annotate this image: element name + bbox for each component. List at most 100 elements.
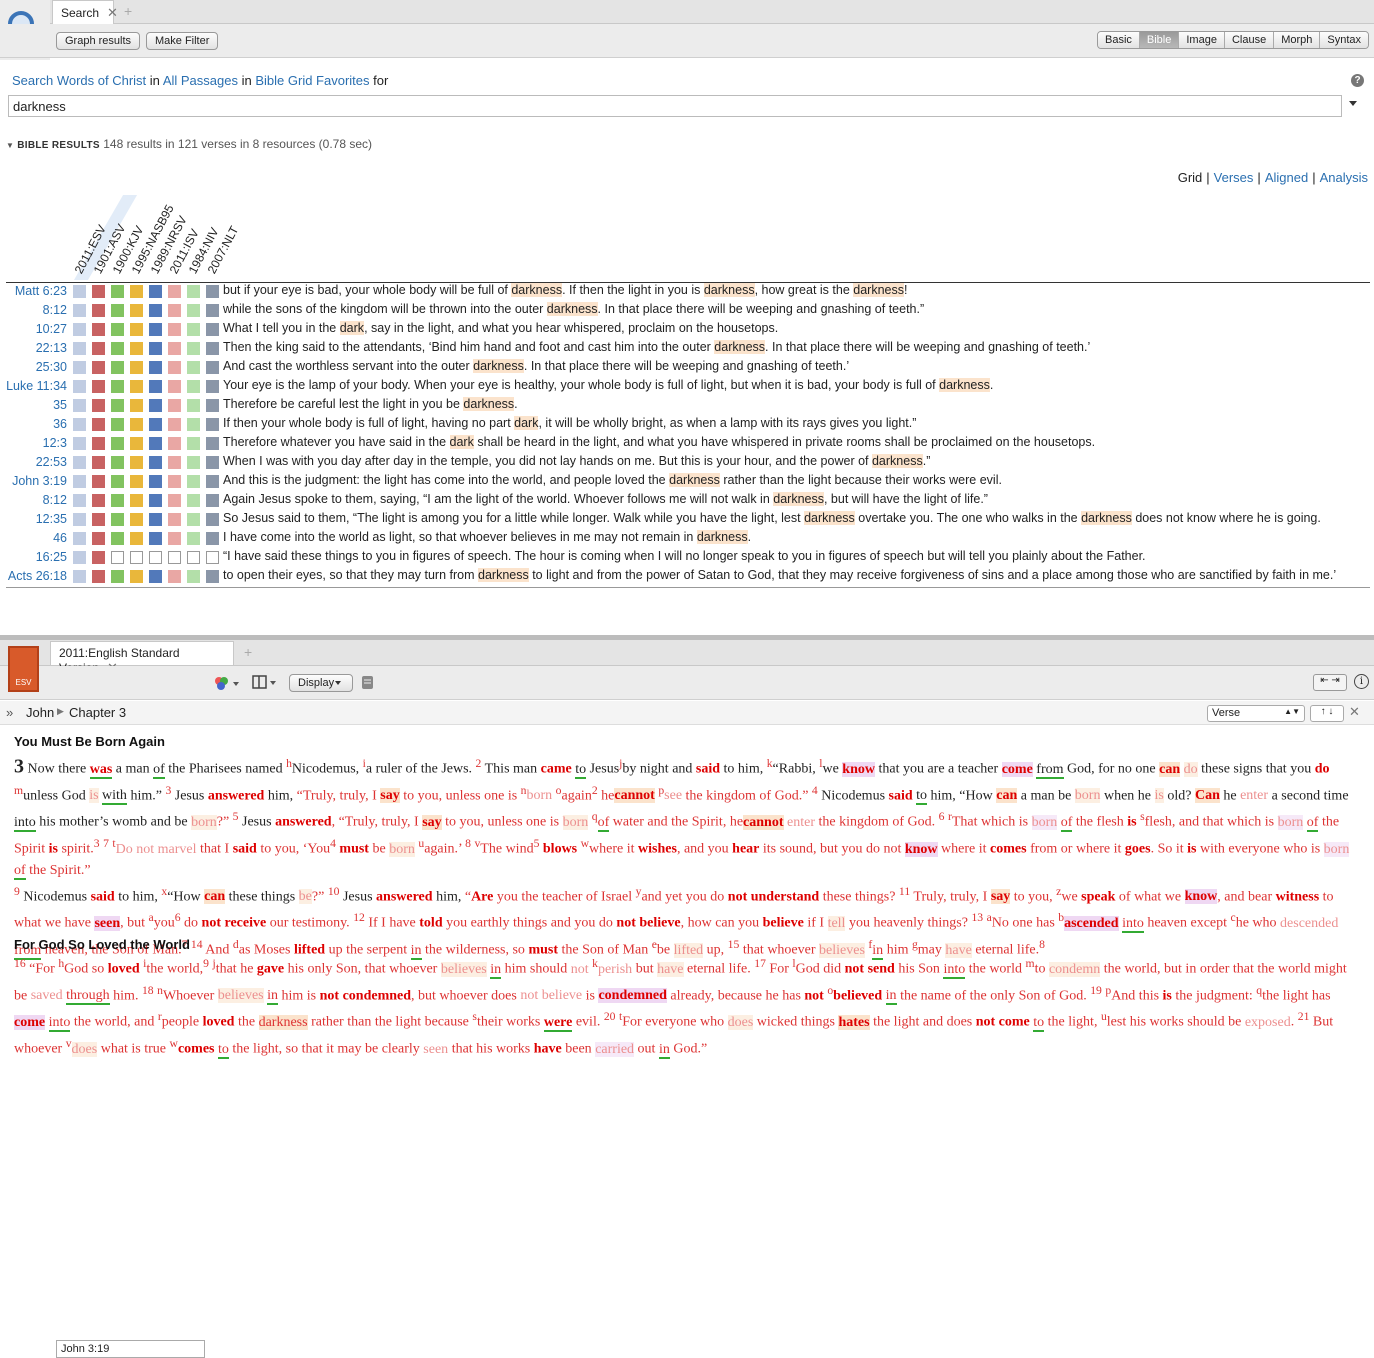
result-cell[interactable] <box>73 304 86 317</box>
result-cell[interactable] <box>111 399 124 412</box>
table-row[interactable]: 25:30 And cast the worthless servant into… <box>0 358 1374 377</box>
table-row[interactable]: John 3:19 And this is the judgment: the l… <box>0 472 1374 491</box>
navigation-unit-select[interactable]: Verse ▲▼ <box>1207 705 1305 722</box>
result-cell[interactable] <box>92 418 105 431</box>
search-resource-selector[interactable]: Bible Grid Favorites <box>255 73 369 88</box>
result-cell[interactable] <box>111 418 124 431</box>
result-cell[interactable] <box>149 285 162 298</box>
history-nav-arrows[interactable]: ⇤ ⇥ <box>1313 674 1347 691</box>
result-cell[interactable] <box>168 570 181 583</box>
table-row[interactable]: 46 I have come into the world as light, s… <box>0 529 1374 548</box>
result-cell[interactable] <box>206 456 219 469</box>
result-cell[interactable] <box>130 304 143 317</box>
verse-text[interactable]: to open their eyes, so that they may tur… <box>223 568 1336 582</box>
result-cell[interactable] <box>187 361 200 374</box>
result-cell[interactable] <box>168 418 181 431</box>
search-input[interactable]: darkness <box>8 95 1342 117</box>
esv-resource-logo[interactable]: ESV <box>8 646 39 692</box>
table-row[interactable]: Luke 11:34 Your eye is the lamp of your b… <box>0 377 1374 396</box>
verse-reference-link[interactable]: 8:12 <box>43 493 67 507</box>
search-type-morph[interactable]: Morph <box>1274 32 1321 48</box>
result-cell[interactable] <box>206 380 219 393</box>
tab-search[interactable]: Search ✕ <box>52 0 118 24</box>
result-cell[interactable] <box>111 532 124 545</box>
view-grid[interactable]: Grid <box>1174 170 1207 185</box>
result-cell[interactable] <box>149 304 162 317</box>
verse-text[interactable]: When I was with you day after day in the… <box>223 454 930 468</box>
down-arrow-icon[interactable]: ↓ <box>1328 706 1333 717</box>
result-cell[interactable] <box>187 551 200 564</box>
result-cell[interactable] <box>92 456 105 469</box>
result-cell[interactable] <box>130 494 143 507</box>
result-cell[interactable] <box>92 532 105 545</box>
result-cell[interactable] <box>206 475 219 488</box>
result-cell[interactable] <box>92 399 105 412</box>
result-cell[interactable] <box>92 342 105 355</box>
result-cell[interactable] <box>149 456 162 469</box>
result-cell[interactable] <box>206 513 219 526</box>
result-cell[interactable] <box>92 494 105 507</box>
tab-esv[interactable]: 2011:English Standard Version✕ <box>50 641 234 675</box>
result-cell[interactable] <box>187 418 200 431</box>
result-cell[interactable] <box>168 551 181 564</box>
result-cell[interactable] <box>111 551 124 564</box>
result-cell[interactable] <box>149 475 162 488</box>
search-scope-words-of-christ[interactable]: Words of Christ <box>57 73 146 88</box>
search-type-syntax[interactable]: Syntax <box>1320 32 1369 48</box>
verse-text[interactable]: “I have said these things to you in figu… <box>223 549 1146 563</box>
result-cell[interactable] <box>111 513 124 526</box>
verse-text[interactable]: Therefore whatever you have said in the … <box>223 435 1095 449</box>
result-cell[interactable] <box>187 323 200 336</box>
search-type-bible[interactable]: Bible <box>1139 32 1180 48</box>
verse-reference-link[interactable]: 22:53 <box>36 455 67 469</box>
result-cell[interactable] <box>92 304 105 317</box>
result-cell[interactable] <box>168 323 181 336</box>
result-cell[interactable] <box>73 361 86 374</box>
result-cell[interactable] <box>73 418 86 431</box>
table-row[interactable]: 10:27 What I tell you in the dark, say in… <box>0 320 1374 339</box>
up-arrow-icon[interactable]: ↑ <box>1321 706 1326 717</box>
result-cell[interactable] <box>206 304 219 317</box>
result-cell[interactable] <box>168 285 181 298</box>
result-cell[interactable] <box>73 570 86 583</box>
breadcrumb-chapter[interactable]: Chapter 3 <box>69 705 126 720</box>
result-cell[interactable] <box>111 494 124 507</box>
result-cell[interactable] <box>206 532 219 545</box>
breadcrumb-book[interactable]: John <box>26 705 54 720</box>
result-cell[interactable] <box>130 361 143 374</box>
reference-input[interactable]: John 3:19 <box>56 1340 205 1358</box>
verse-text[interactable]: Your eye is the lamp of your body. When … <box>223 378 993 392</box>
result-cell[interactable] <box>149 418 162 431</box>
result-cell[interactable] <box>187 342 200 355</box>
result-cell[interactable] <box>168 532 181 545</box>
result-cell[interactable] <box>111 456 124 469</box>
bible-results-header[interactable]: ▼ BIBLE RESULTS 148 results in 121 verse… <box>6 137 372 151</box>
info-icon[interactable]: i <box>1354 674 1369 689</box>
verse-text[interactable]: If then your whole body is full of light… <box>223 416 916 430</box>
result-cell[interactable] <box>111 475 124 488</box>
result-cell[interactable] <box>187 380 200 393</box>
search-type-image[interactable]: Image <box>1179 32 1225 48</box>
result-cell[interactable] <box>187 399 200 412</box>
make-filter-button[interactable]: Make Filter <box>146 32 219 50</box>
result-cell[interactable] <box>73 342 86 355</box>
result-cell[interactable] <box>206 361 219 374</box>
result-cell[interactable] <box>92 513 105 526</box>
table-row[interactable]: 36 If then your whole body is full of lig… <box>0 415 1374 434</box>
verse-text[interactable]: And this is the judgment: the light has … <box>223 473 1002 487</box>
result-cell[interactable] <box>187 532 200 545</box>
table-row[interactable]: 16:25 “I have said these things to you in… <box>0 548 1374 567</box>
verse-text[interactable]: Therefore be careful lest the light in y… <box>223 397 518 411</box>
result-cell[interactable] <box>73 456 86 469</box>
table-row[interactable]: 12:35 So Jesus said to them, “The light i… <box>0 510 1374 529</box>
result-cell[interactable] <box>73 513 86 526</box>
result-cell[interactable] <box>73 437 86 450</box>
result-cell[interactable] <box>73 285 86 298</box>
prev-next-unit-buttons[interactable]: ↑ ↓ <box>1310 705 1344 722</box>
search-history-dropdown-icon[interactable] <box>1349 101 1357 106</box>
result-cell[interactable] <box>149 361 162 374</box>
result-cell[interactable] <box>130 475 143 488</box>
result-cell[interactable] <box>149 513 162 526</box>
help-icon[interactable]: ? <box>1351 74 1364 87</box>
verse-reference-link[interactable]: 10:27 <box>36 322 67 336</box>
